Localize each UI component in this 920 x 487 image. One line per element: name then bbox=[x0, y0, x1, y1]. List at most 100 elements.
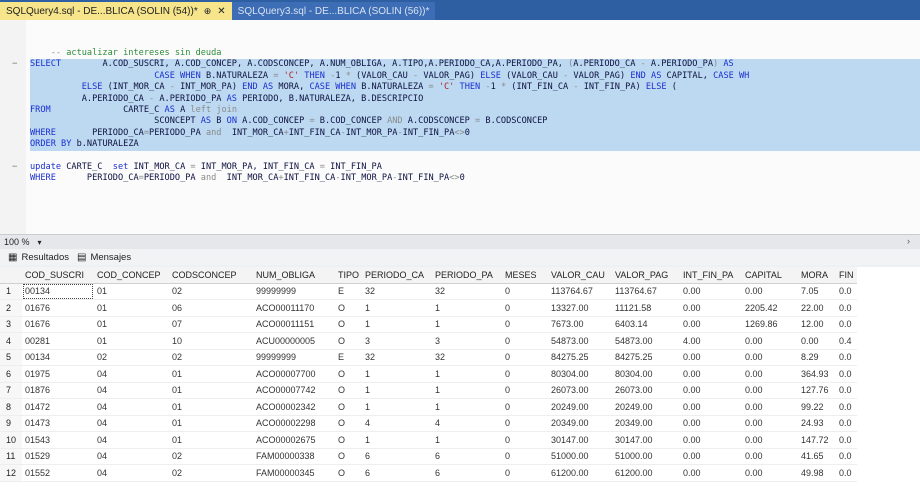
code-line[interactable]: WHERE PERIODO_CA=PERIODO_PA and INT_MOR_… bbox=[30, 173, 920, 184]
table-cell[interactable]: 84275.25 bbox=[548, 349, 613, 366]
column-header[interactable]: PERIODO_PA bbox=[432, 267, 503, 284]
sql-editor[interactable]: -- actualizar intereses sin deuda − SELECT… bbox=[0, 20, 920, 234]
table-cell[interactable]: 20349.00 bbox=[548, 415, 613, 432]
table-cell[interactable]: 04 bbox=[94, 365, 169, 383]
table-cell[interactable]: 01876 bbox=[22, 382, 94, 399]
table-cell[interactable]: 0 bbox=[502, 382, 549, 399]
table-row[interactable]: 9 01473 04 01 ACO00002298 O 4 4 0 20349.00 20349.0… bbox=[0, 415, 857, 432]
table-cell[interactable]: 99999999 bbox=[253, 349, 335, 366]
table-cell[interactable]: O bbox=[335, 415, 363, 432]
code-line[interactable]: ELSE (INT_MOR_CA - INT_MOR_PA) END AS MO… bbox=[30, 82, 920, 94]
table-cell[interactable]: 0.00 bbox=[680, 398, 743, 416]
table-cell[interactable]: 147.72 bbox=[798, 431, 837, 449]
column-header[interactable]: FIN bbox=[836, 267, 857, 284]
table-cell[interactable]: 1 bbox=[432, 382, 503, 399]
table-cell[interactable]: 1 bbox=[432, 365, 503, 383]
code-line[interactable]: FROM CARTE_C AS A left join bbox=[30, 104, 920, 117]
table-cell[interactable]: 0.00 bbox=[742, 283, 799, 300]
table-cell[interactable]: 0.00 bbox=[680, 349, 743, 366]
table-cell[interactable]: 84275.25 bbox=[612, 349, 681, 366]
row-number[interactable]: 2 bbox=[0, 299, 22, 317]
code-line[interactable]: A.PERIODO_CA - A.PERIODO_PA AS PERIODO, … bbox=[30, 93, 920, 105]
table-cell[interactable]: 01975 bbox=[22, 365, 94, 383]
table-cell[interactable]: 127.76 bbox=[798, 382, 837, 399]
table-cell[interactable]: 51000.00 bbox=[612, 448, 681, 465]
table-cell[interactable]: 99.22 bbox=[798, 398, 837, 416]
table-cell[interactable]: 0.00 bbox=[742, 431, 799, 449]
table-cell[interactable]: O bbox=[335, 299, 363, 317]
table-cell[interactable]: 80304.00 bbox=[612, 365, 681, 383]
table-cell[interactable]: 6 bbox=[432, 448, 503, 465]
table-cell[interactable]: 01473 bbox=[22, 415, 94, 432]
column-header[interactable]: CAPITAL bbox=[742, 267, 799, 284]
table-cell[interactable]: 1 bbox=[432, 398, 503, 416]
table-cell[interactable]: E bbox=[335, 283, 363, 300]
table-cell[interactable]: 04 bbox=[94, 415, 169, 432]
table-cell[interactable]: 0 bbox=[502, 415, 549, 432]
table-cell[interactable]: 4 bbox=[362, 415, 433, 432]
table-cell[interactable]: 12.00 bbox=[798, 316, 837, 333]
table-cell[interactable]: 0.0 bbox=[836, 415, 857, 432]
table-cell[interactable]: 0.00 bbox=[680, 365, 743, 383]
table-cell[interactable]: 0.00 bbox=[680, 448, 743, 465]
table-cell[interactable]: 26073.00 bbox=[612, 382, 681, 399]
close-icon[interactable]: ✕ bbox=[217, 6, 225, 17]
table-cell[interactable]: 01543 bbox=[22, 431, 94, 449]
row-number[interactable]: 12 bbox=[0, 464, 22, 482]
table-cell[interactable]: O bbox=[335, 464, 363, 482]
table-cell[interactable]: 1 bbox=[362, 382, 433, 399]
table-cell[interactable]: 0 bbox=[502, 431, 549, 449]
table-cell[interactable]: 01 bbox=[94, 283, 169, 300]
column-header[interactable]: MORA bbox=[798, 267, 837, 284]
code-line[interactable]: CASE WHEN B.NATURALEZA = 'C' THEN -1 * (… bbox=[30, 70, 920, 83]
pin-icon[interactable]: ⊕ bbox=[204, 6, 212, 17]
table-cell[interactable]: 113764.67 bbox=[548, 283, 613, 300]
table-cell[interactable]: 0.0 bbox=[836, 316, 857, 333]
collapse-icon[interactable]: − bbox=[12, 59, 17, 70]
table-cell[interactable]: 61200.00 bbox=[612, 464, 681, 482]
table-cell[interactable]: 1 bbox=[362, 316, 433, 333]
table-cell[interactable]: 0 bbox=[502, 349, 549, 366]
table-cell[interactable]: 0 bbox=[502, 464, 549, 482]
row-number[interactable]: 5 bbox=[0, 349, 22, 366]
table-cell[interactable]: ACO00011170 bbox=[253, 299, 335, 317]
table-cell[interactable]: 04 bbox=[94, 382, 169, 399]
table-cell[interactable]: FAM00000345 bbox=[253, 464, 335, 482]
code-line[interactable]: -- actualizar intereses sin deuda bbox=[30, 48, 920, 59]
table-cell[interactable]: 02 bbox=[169, 349, 253, 366]
table-cell[interactable]: 24.93 bbox=[798, 415, 837, 432]
table-cell[interactable]: 0.00 bbox=[742, 365, 799, 383]
table-cell[interactable]: 32 bbox=[432, 349, 503, 366]
table-cell[interactable]: 6 bbox=[362, 464, 433, 482]
table-cell[interactable]: 10 bbox=[169, 332, 253, 350]
table-cell[interactable]: 0.00 bbox=[798, 332, 837, 350]
table-cell[interactable]: 04 bbox=[94, 431, 169, 449]
table-cell[interactable]: 01676 bbox=[22, 316, 94, 333]
row-number[interactable]: 6 bbox=[0, 365, 22, 383]
table-cell[interactable]: 0.0 bbox=[836, 398, 857, 416]
table-cell[interactable]: 364.93 bbox=[798, 365, 837, 383]
table-cell[interactable]: 30147.00 bbox=[612, 431, 681, 449]
table-cell[interactable]: ACO00007742 bbox=[253, 382, 335, 399]
table-cell[interactable]: O bbox=[335, 316, 363, 333]
table-cell[interactable]: 99999999 bbox=[253, 283, 335, 300]
table-cell[interactable]: ACU00000005 bbox=[253, 332, 335, 350]
row-number[interactable]: 3 bbox=[0, 316, 22, 333]
table-cell[interactable]: 0.00 bbox=[742, 448, 799, 465]
table-cell[interactable]: 41.65 bbox=[798, 448, 837, 465]
column-header[interactable]: VALOR_CAU bbox=[548, 267, 613, 284]
row-number[interactable]: 11 bbox=[0, 448, 22, 465]
row-number[interactable]: 10 bbox=[0, 431, 22, 449]
table-cell[interactable]: 00281 bbox=[22, 332, 94, 350]
table-cell[interactable]: 02 bbox=[94, 349, 169, 366]
column-header[interactable]: INT_FIN_PA bbox=[680, 267, 743, 284]
row-number[interactable]: 8 bbox=[0, 398, 22, 416]
table-cell[interactable]: 00134 bbox=[22, 283, 94, 300]
table-cell[interactable]: 30147.00 bbox=[548, 431, 613, 449]
table-cell[interactable]: 0.00 bbox=[742, 382, 799, 399]
column-header[interactable]: TIPO bbox=[335, 267, 363, 284]
table-row[interactable]: 3 01676 01 07 ACO00011151 O 1 1 0 7673.00 6403.14 0… bbox=[0, 316, 857, 333]
results-grid[interactable]: COD_SUSCRI COD_CONCEP CODSCONCEP NUM_OBLIGA… bbox=[0, 267, 920, 487]
table-cell[interactable]: 01 bbox=[169, 398, 253, 416]
table-cell[interactable]: 0.00 bbox=[680, 283, 743, 300]
